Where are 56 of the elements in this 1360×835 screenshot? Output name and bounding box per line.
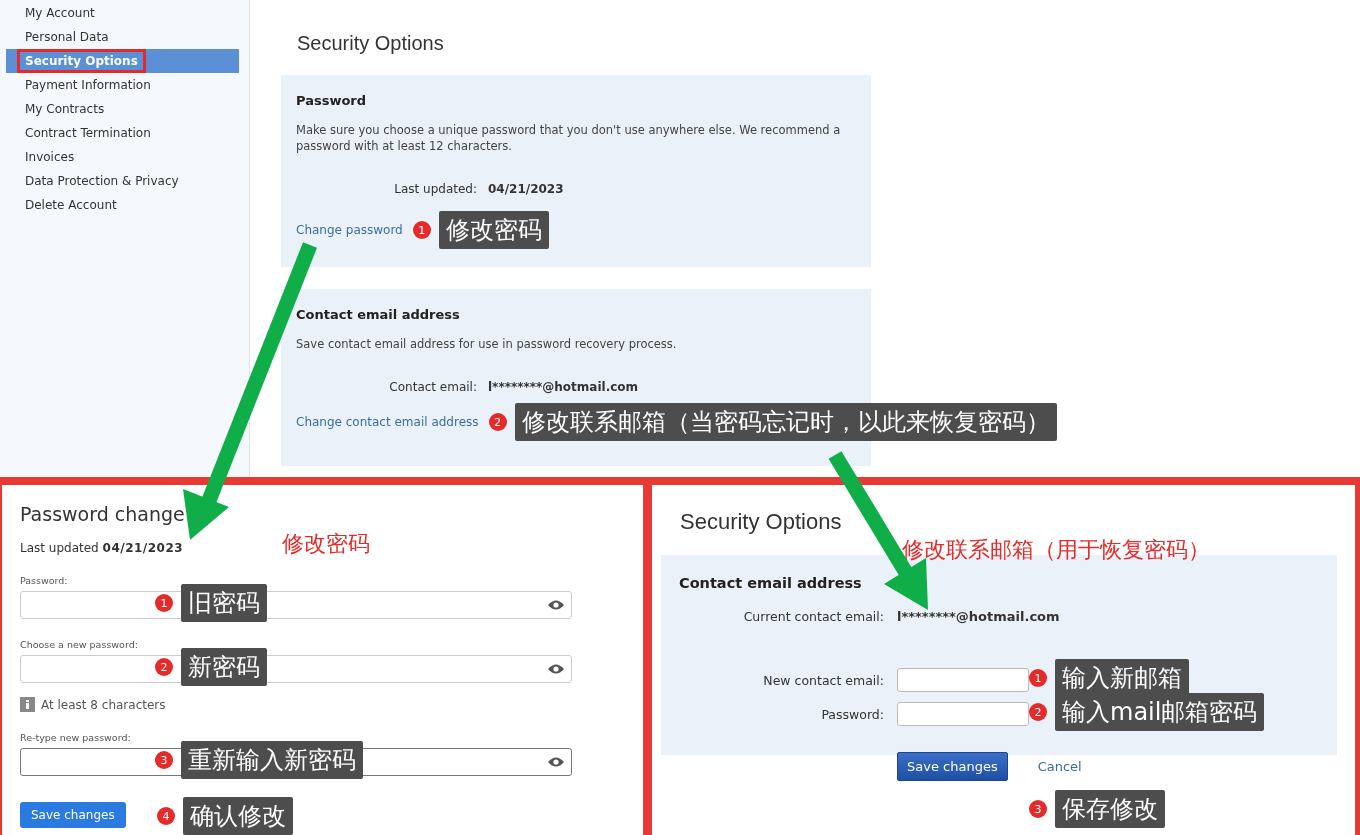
field-label: Password: <box>820 706 884 722</box>
cancel-link[interactable]: Cancel <box>1037 759 1082 774</box>
sidebar-item[interactable]: Payment Information <box>0 73 249 97</box>
step-badge: 4 <box>157 807 175 825</box>
field-value: 04/21/2023 <box>488 182 565 196</box>
section-title: Security Options <box>679 509 843 535</box>
panel-heading: Password <box>296 93 368 108</box>
annotation-title: 修改密码 <box>282 530 370 558</box>
field-label: Contact email: <box>388 380 477 394</box>
step-badge: 3 <box>1029 800 1047 818</box>
callout-label: 新密码 <box>181 648 267 686</box>
eye-icon[interactable] <box>547 599 565 611</box>
input-field[interactable] <box>897 668 1029 692</box>
input-field[interactable] <box>897 702 1029 726</box>
panel-description: Make sure you choose a unique password that you don't use anywhere else. We recommend a password with at least 12 characters. <box>296 122 842 154</box>
field-value: l********@hotmail.com <box>488 380 640 394</box>
step-badge: 2 <box>1029 703 1047 721</box>
page-title: Security Options <box>297 32 445 55</box>
field-label: Re-type new password: <box>20 732 132 743</box>
sidebar-item[interactable]: My Account <box>0 1 249 25</box>
field-label: Last updated: <box>393 182 477 196</box>
change-email-link[interactable]: Change contact email address <box>296 415 479 429</box>
callout-label: 旧密码 <box>181 584 267 622</box>
callout-label: 输入mail邮箱密码 <box>1055 693 1265 731</box>
step-badge: 1 <box>412 221 431 239</box>
sidebar-item[interactable]: Contract Termination <box>0 121 249 145</box>
info-icon <box>20 697 35 712</box>
field-label: Password: <box>20 575 69 586</box>
panel-heading: Contact email address <box>296 307 461 322</box>
hint-text: At least 8 characters <box>41 697 166 712</box>
save-button[interactable]: Save changes <box>20 802 126 828</box>
save-button[interactable]: Save changes <box>897 752 1008 781</box>
sidebar-item[interactable]: Delete Account <box>0 193 249 217</box>
field-label: New contact email: <box>762 672 884 688</box>
panel-description: Save contact email address for use in password recovery process. <box>296 336 678 352</box>
callout-label: 修改联系邮箱（当密码忘记时，以此来恢复密码） <box>514 403 1057 441</box>
sidebar-item[interactable]: Data Protection & Privacy <box>0 169 249 193</box>
sidebar-item[interactable]: My Contracts <box>0 97 249 121</box>
callout-label: 修改密码 <box>438 211 549 249</box>
callout-label: 保存修改 <box>1055 790 1165 828</box>
sidebar-item[interactable]: Invoices <box>0 145 249 169</box>
step-badge: 1 <box>1029 669 1047 687</box>
field-label: Choose a new password: <box>20 639 139 650</box>
callout-label: 确认修改 <box>183 797 293 835</box>
annotation-title: 修改联系邮箱（用于恢复密码） <box>902 536 1210 564</box>
field-value: l********@hotmail.com <box>897 609 1061 624</box>
field-label: Current contact email: <box>742 609 884 624</box>
step-badge: 2 <box>488 413 507 431</box>
eye-icon[interactable] <box>547 756 565 768</box>
section-title: Password change <box>20 503 186 525</box>
eye-icon[interactable] <box>547 663 565 675</box>
panel-heading: Contact email address <box>679 575 863 591</box>
sidebar-item[interactable]: Personal Data <box>0 25 249 49</box>
change-password-link[interactable]: Change password <box>296 223 403 237</box>
last-updated-text: Last updated 04/21/2023 <box>20 541 184 555</box>
callout-label: 重新输入新密码 <box>181 741 363 779</box>
